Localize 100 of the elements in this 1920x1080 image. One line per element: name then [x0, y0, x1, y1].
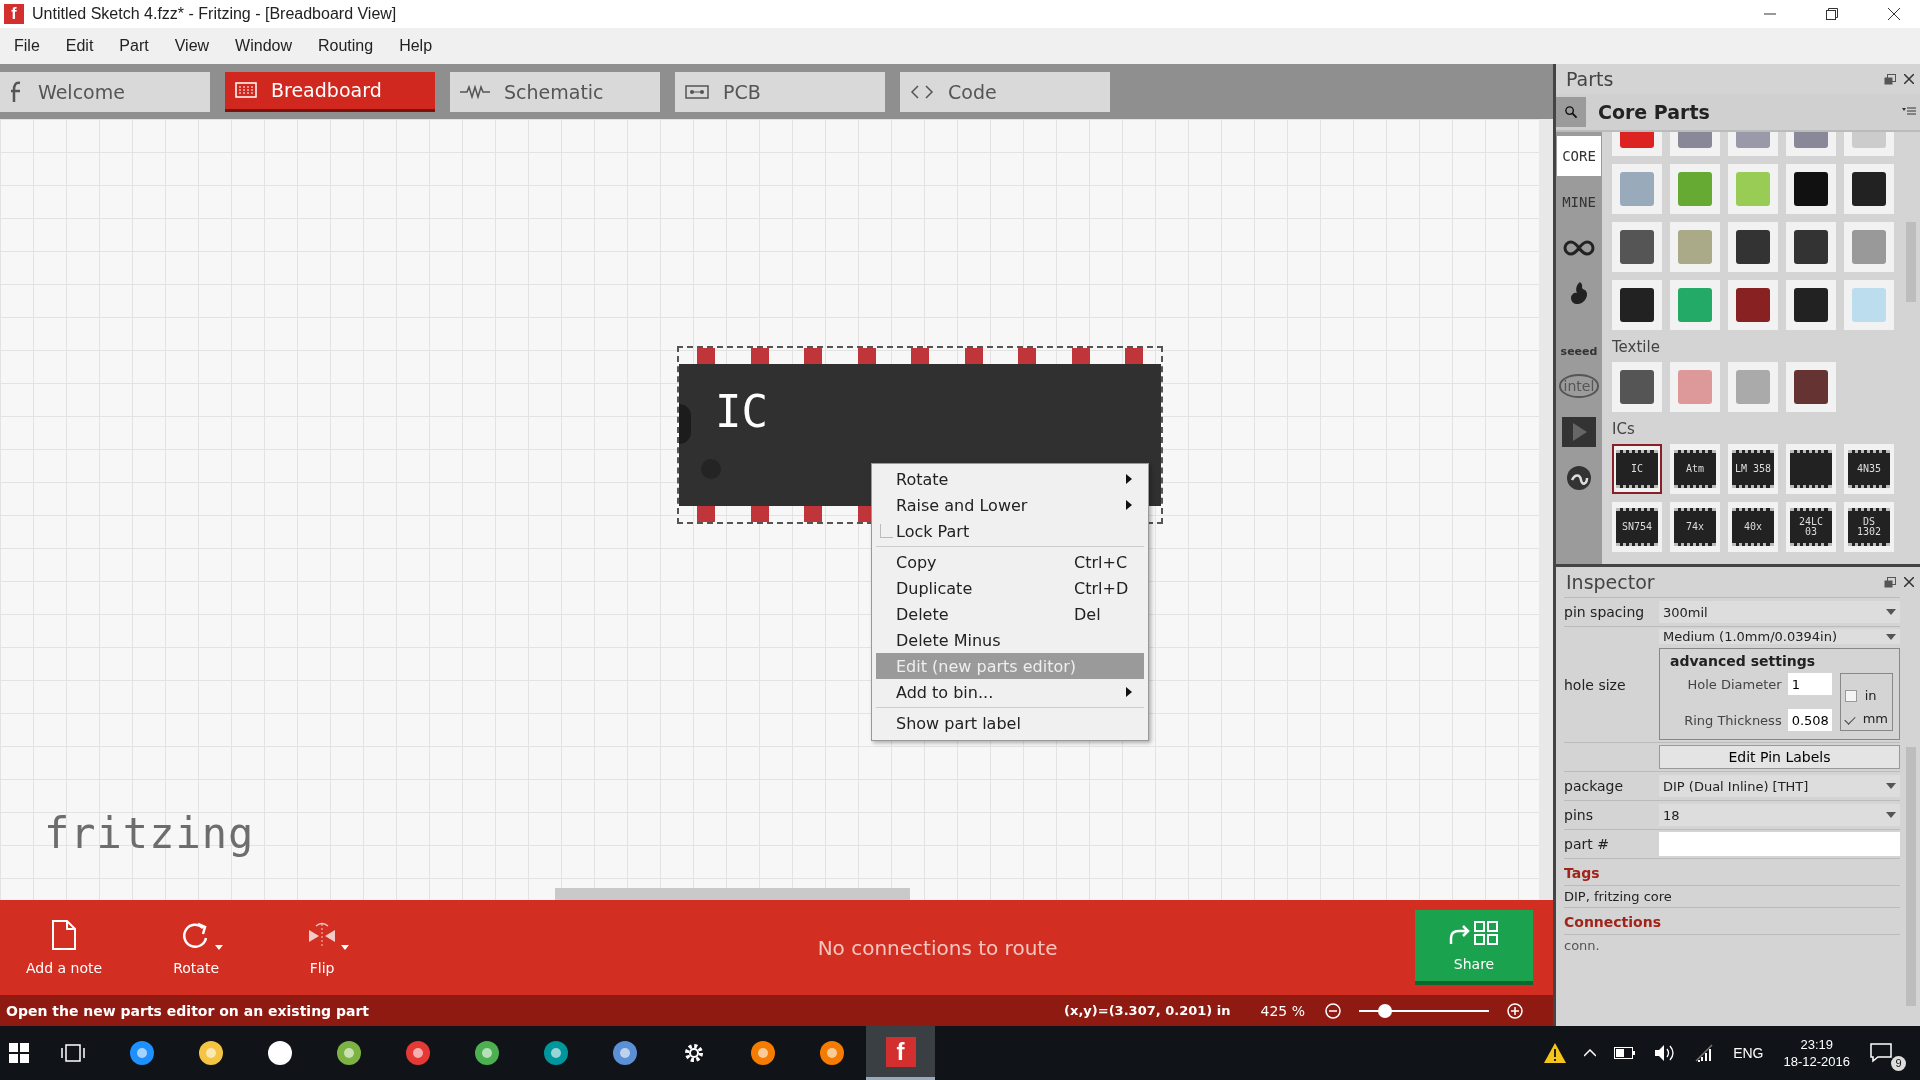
menu-item[interactable]: Copy Ctrl+C [876, 549, 1144, 575]
part-thumbnail[interactable] [1612, 164, 1662, 214]
zoom-out-icon[interactable] [1325, 1002, 1341, 1019]
slider-thumb[interactable] [1378, 1003, 1392, 1018]
part-thumbnail[interactable] [1612, 280, 1662, 330]
part-thumbnail[interactable] [1786, 164, 1836, 214]
part-thumbnail[interactable]: 24LC 03 [1786, 502, 1836, 552]
menu-item[interactable]: Routing [308, 37, 384, 55]
part-thumbnail[interactable] [1670, 164, 1720, 214]
part-thumbnail[interactable]: SN754 [1612, 502, 1662, 552]
menu-item[interactable]: Duplicate Ctrl+D [876, 575, 1144, 601]
notification-button[interactable]: 9 [1870, 1033, 1906, 1073]
part-thumbnail[interactable] [1670, 362, 1720, 412]
status-message: Open the new parts editor on an existing part [6, 1002, 371, 1019]
part-thumbnail[interactable]: Atm [1670, 444, 1720, 494]
bin-label: MINE [1562, 194, 1596, 210]
taskbar-app-icon[interactable]: f [866, 1026, 935, 1080]
dropdown[interactable]: Medium (1.0mm/0.0394in) [1659, 629, 1900, 644]
toolbar-button[interactable]: Add a note [20, 918, 109, 977]
clock-time[interactable]: 23:19 [1800, 1037, 1833, 1052]
close-icon[interactable] [1888, 8, 1900, 20]
part-thumbnail[interactable] [1786, 362, 1836, 412]
menu-item[interactable]: Add to bin... [876, 679, 1144, 705]
part-thumbnail[interactable] [1670, 280, 1720, 330]
chip-label: IC [1629, 464, 1644, 474]
caret-icon[interactable] [215, 944, 224, 950]
undock-icon[interactable] [1884, 73, 1896, 85]
part-thumbnail[interactable] [1786, 280, 1836, 330]
part-thumbnail[interactable] [1728, 164, 1778, 214]
view-tab[interactable]: Welcome [0, 71, 210, 112]
menu-item[interactable]: Rotate [876, 466, 1144, 492]
horizontal-scrollbar[interactable] [555, 888, 910, 900]
toolbar-button[interactable]: Flip [284, 918, 361, 977]
part-thumbnail[interactable]: 4N35 [1844, 444, 1894, 494]
view-tab[interactable]: PCB [675, 71, 885, 112]
restore-icon[interactable] [1826, 8, 1838, 20]
zoom-in-icon[interactable] [1507, 1002, 1523, 1019]
bin-tab[interactable]: seeed [1557, 320, 1601, 360]
part-thumbnail[interactable] [1728, 280, 1778, 330]
view-tab[interactable]: Code [900, 71, 1110, 112]
caret-icon[interactable] [341, 944, 350, 950]
toolbar-button[interactable]: Rotate [158, 918, 235, 977]
menu-item[interactable]: Delete Del [876, 601, 1144, 627]
part-thumbnail[interactable] [1786, 222, 1836, 272]
undock-icon[interactable] [1884, 576, 1896, 588]
close-icon[interactable] [1904, 74, 1914, 84]
menu-item[interactable]: File [4, 37, 50, 55]
part-thumbnail[interactable] [1670, 222, 1720, 272]
chip-label: Atm [1684, 464, 1706, 474]
dropdown[interactable]: DIP (Dual Inline) [THT] [1659, 775, 1900, 797]
part-thumbnail[interactable] [1844, 222, 1894, 272]
input-field[interactable]: 1 [1787, 673, 1832, 695]
section-title: ICs [1611, 419, 1636, 440]
view-tab[interactable]: Schematic [450, 71, 660, 112]
menu-item[interactable]: Edit [55, 37, 104, 55]
windows-start-icon[interactable] [9, 1043, 29, 1063]
chip-pin [697, 506, 715, 522]
menu-item[interactable]: Raise and Lower [876, 492, 1144, 518]
wifi-icon[interactable] [1694, 1044, 1715, 1062]
menu-item[interactable]: View [164, 37, 220, 55]
part-thumbnail[interactable] [1844, 164, 1894, 214]
input-field[interactable] [1659, 832, 1900, 856]
checkbox[interactable] [880, 524, 893, 538]
part-thumbnail[interactable] [1612, 362, 1662, 412]
speaker-icon[interactable] [1654, 1044, 1677, 1062]
part-thumbnail[interactable] [1844, 280, 1894, 330]
dropdown[interactable]: 300mil [1659, 601, 1900, 623]
part-thumbnail[interactable]: 74x [1670, 502, 1720, 552]
part-thumbnail[interactable]: DS 1302 [1844, 502, 1894, 552]
part-thumbnail[interactable]: LM 358 [1728, 444, 1778, 494]
chip-label: 4N35 [1855, 464, 1883, 474]
battery-icon[interactable] [1614, 1047, 1637, 1059]
bin-tab[interactable]: MINE [1557, 182, 1601, 222]
part-thumbnail[interactable] [1786, 444, 1836, 494]
check-mark-icon[interactable] [1844, 689, 1857, 702]
clock-date[interactable]: 18-12-2016 [1783, 1054, 1850, 1069]
menu-item[interactable]: Show part label [876, 710, 1144, 736]
app-logo: f [885, 1036, 916, 1067]
part-thumbnail[interactable] [1728, 362, 1778, 412]
search-icon[interactable] [1556, 97, 1586, 127]
part-thumbnail[interactable] [1612, 222, 1662, 272]
part-drawing [1794, 288, 1828, 322]
fritzing-logo: fritzing [44, 809, 255, 858]
dropdown[interactable]: 18 [1659, 804, 1900, 826]
app-icon [818, 1040, 845, 1066]
menu-item[interactable]: Part [109, 37, 159, 55]
menu-item[interactable]: Window [225, 37, 302, 55]
language-indicator[interactable]: ENG [1733, 1045, 1764, 1061]
menu-item[interactable]: Delete Minus [876, 627, 1144, 653]
view-tab[interactable]: Breadboard [225, 71, 435, 112]
close-icon[interactable] [1904, 577, 1914, 587]
bin-menu-icon[interactable] [1902, 107, 1916, 117]
part-thumbnail[interactable]: 40x [1728, 502, 1778, 552]
part-thumbnail[interactable] [1728, 222, 1778, 272]
bin-tab[interactable]: CORE [1557, 136, 1601, 176]
edit-pin-labels-button[interactable]: Edit Pin Labels [1659, 745, 1900, 769]
part-thumbnail[interactable]: IC [1612, 444, 1662, 494]
menu-item[interactable]: Help [389, 37, 443, 55]
input-field[interactable]: 0.508 [1787, 709, 1832, 731]
chevron-up-icon[interactable] [1584, 1049, 1597, 1057]
